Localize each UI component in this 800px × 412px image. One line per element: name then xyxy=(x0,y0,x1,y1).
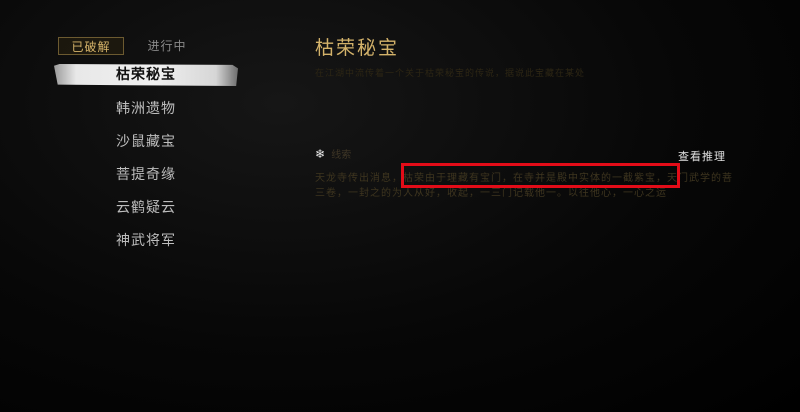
game-screen: 已破解 进行中 枯荣秘宝 韩洲遗物 沙鼠藏宝 菩提奇缘 云鹤疑云 神武将军 枯荣… xyxy=(0,0,800,412)
quest-item-selected[interactable]: 枯荣秘宝 xyxy=(54,64,238,86)
quest-item[interactable]: 韩洲遗物 xyxy=(54,97,238,130)
clue-label: 线索 xyxy=(331,150,352,161)
quest-list: 枯荣秘宝 韩洲遗物 沙鼠藏宝 菩提奇缘 云鹤疑云 神武将军 xyxy=(54,64,238,262)
tab-in-progress[interactable]: 进行中 xyxy=(138,37,196,55)
quest-item[interactable]: 云鹤疑云 xyxy=(54,196,238,229)
detail-title: 枯荣秘宝 xyxy=(315,37,400,59)
clue-line-2: 三卷，一封之的为人从好，收起，一三门记载他一。以往他心，一心之运 xyxy=(315,188,667,199)
quest-item[interactable]: 沙鼠藏宝 xyxy=(54,130,238,163)
clue-header: ❄ 线索 xyxy=(315,146,351,161)
view-reasoning-button[interactable]: 查看推理 xyxy=(678,148,726,164)
detail-description: 在江湖中流传着一个关于枯荣秘宝的传说，据说此宝藏在某处 xyxy=(315,69,586,79)
tab-solved[interactable]: 已破解 xyxy=(58,37,124,55)
quest-item[interactable]: 菩提奇缘 xyxy=(54,163,238,196)
clue-text: 天龙寺传出消息，枯荣由于理藏有宝门，在寺并是殿中实体的一截紫宝，天门武学的菩 三… xyxy=(315,171,745,201)
snowflake-icon: ❄ xyxy=(315,147,326,161)
clue-line-1: 天龙寺传出消息，枯荣由于理藏有宝门，在寺并是殿中实体的一截紫宝，天门武学的菩 xyxy=(315,173,733,184)
quest-item[interactable]: 神武将军 xyxy=(54,229,238,262)
